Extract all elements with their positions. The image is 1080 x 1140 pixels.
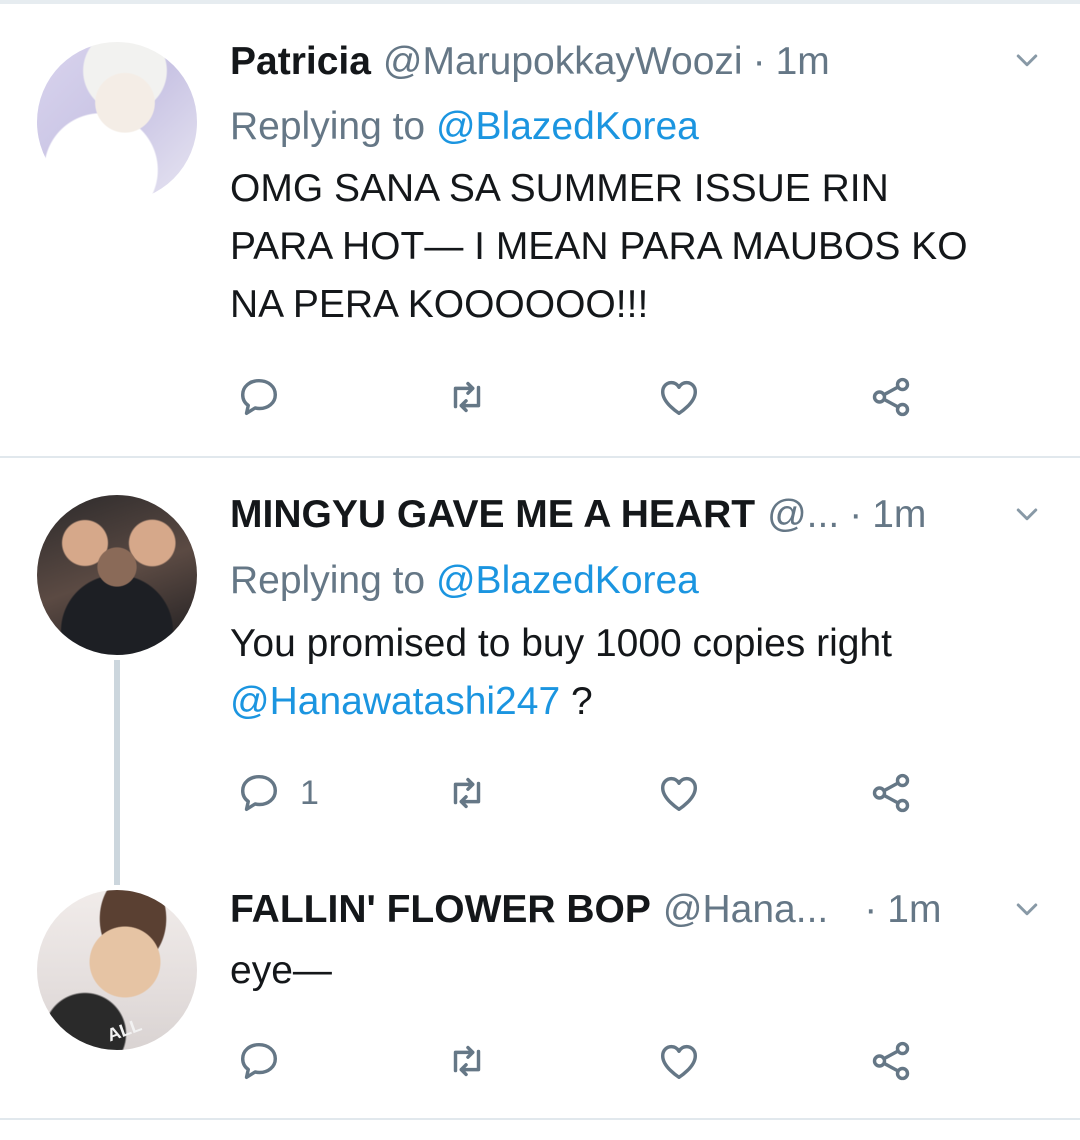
chevron-down-icon[interactable] <box>1012 500 1042 530</box>
reply-icon <box>240 1042 278 1080</box>
tweet-text: You promised to buy 1000 copies right @H… <box>230 622 892 723</box>
username[interactable]: @MarupokkayWoozi <box>383 38 743 86</box>
retweet-button[interactable] <box>444 1038 490 1084</box>
share-button[interactable] <box>868 1038 914 1084</box>
separator: · <box>752 40 766 83</box>
top-divider <box>0 0 1080 4</box>
timestamp[interactable]: 1m <box>872 491 926 539</box>
username[interactable]: @... <box>767 491 839 539</box>
timestamp[interactable]: 1m <box>887 886 941 934</box>
retweet-icon <box>453 381 481 413</box>
share-icon <box>872 1041 910 1081</box>
heart-icon <box>660 776 698 812</box>
replying-to: Replying to @BlazedKorea <box>230 105 699 148</box>
retweet-button[interactable] <box>444 374 490 420</box>
avatar-fallin-flower[interactable]: ALL <box>37 890 197 1050</box>
share-button[interactable] <box>868 770 914 816</box>
tweet-3-header: FALLIN' FLOWER BOP @Hana... · 1m <box>230 886 941 934</box>
like-button[interactable] <box>656 770 702 816</box>
tweet-divider <box>0 456 1080 458</box>
retweet-icon <box>453 1045 481 1077</box>
chevron-down-icon[interactable] <box>1012 46 1042 76</box>
separator: · <box>849 493 863 536</box>
separator: · <box>864 888 878 931</box>
display-name[interactable]: MINGYU GAVE ME A HEART <box>230 491 755 539</box>
username[interactable]: @Hana... <box>663 886 828 934</box>
reply-button[interactable]: 1 <box>236 770 319 816</box>
timestamp[interactable]: 1m <box>776 38 830 86</box>
tweet-2-actions: 1 <box>0 770 1080 820</box>
reply-icon <box>240 378 278 416</box>
tweet-1-header: Patricia @MarupokkayWoozi · 1m <box>230 38 830 86</box>
avatar-mingyu[interactable] <box>37 495 197 655</box>
display-name[interactable]: Patricia <box>230 38 371 86</box>
like-button[interactable] <box>656 374 702 420</box>
share-button[interactable] <box>868 374 914 420</box>
replying-to-link[interactable]: @BlazedKorea <box>436 559 699 602</box>
share-icon <box>872 377 910 417</box>
share-icon <box>872 773 910 813</box>
tweet-text: OMG SANA SA SUMMER ISSUE RIN PARA HOT— I… <box>230 167 968 326</box>
tweet-1-actions <box>0 374 1080 424</box>
heart-icon <box>660 380 698 416</box>
reply-button[interactable] <box>236 374 300 420</box>
reply-button[interactable] <box>236 1038 300 1084</box>
mention-link[interactable]: @Hanawatashi247 <box>230 680 560 723</box>
bottom-divider <box>0 1118 1080 1120</box>
tweet-3-actions <box>0 1038 1080 1088</box>
tweet-text: eye— <box>230 949 332 992</box>
retweet-icon <box>453 777 481 809</box>
avatar-patricia[interactable] <box>37 42 197 202</box>
retweet-button[interactable] <box>444 770 490 816</box>
chevron-down-icon[interactable] <box>1012 895 1042 925</box>
replying-to-link[interactable]: @BlazedKorea <box>436 105 699 148</box>
reply-count: 1 <box>300 773 319 812</box>
heart-icon <box>660 1044 698 1080</box>
replying-to: Replying to @BlazedKorea <box>230 559 699 602</box>
like-button[interactable] <box>656 1038 702 1084</box>
tweet-2-header: MINGYU GAVE ME A HEART @... · 1m <box>230 491 926 539</box>
display-name[interactable]: FALLIN' FLOWER BOP <box>230 886 651 934</box>
reply-icon <box>240 774 278 812</box>
